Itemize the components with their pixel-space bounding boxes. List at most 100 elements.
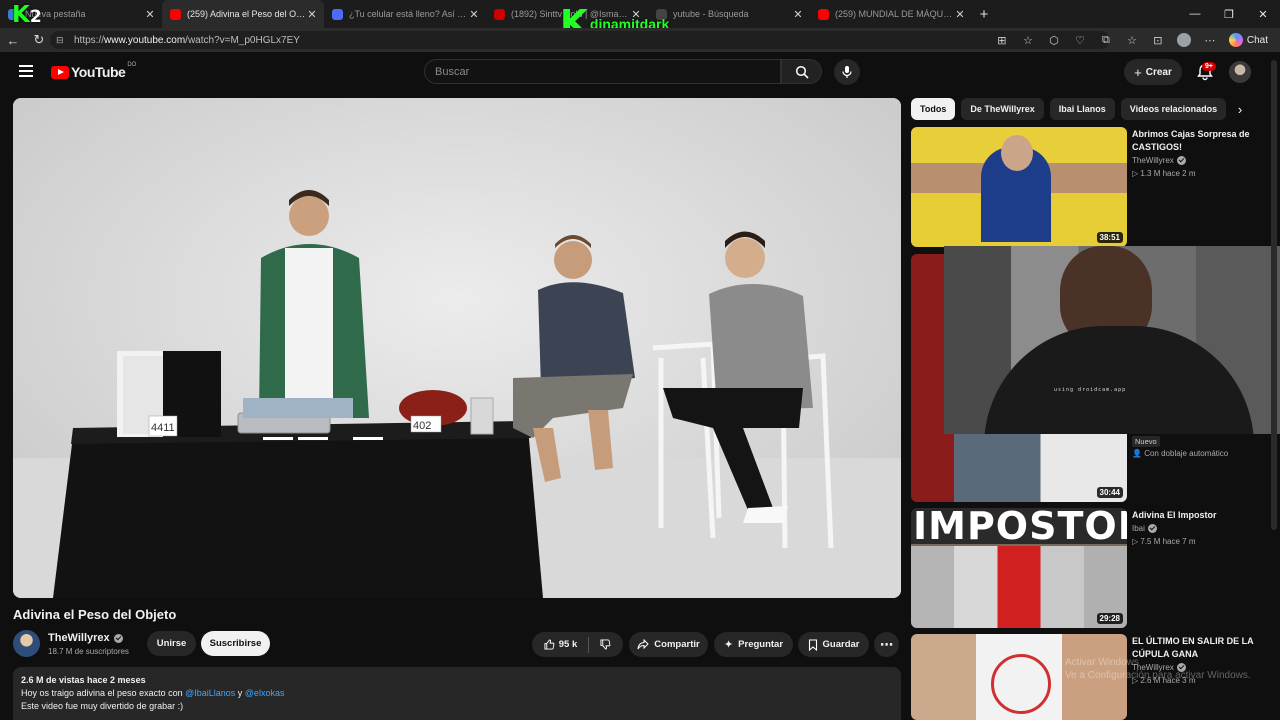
k2-overlay-logo: K2 — [12, 2, 42, 28]
new-badge: Nuevo — [1132, 436, 1160, 447]
webcam-caption: using droidcam.app — [1054, 387, 1127, 393]
mention-link[interactable]: @elxokas — [245, 688, 285, 698]
verified-icon — [1176, 156, 1186, 165]
close-tab-icon[interactable]: ✕ — [144, 8, 156, 21]
browser-tab[interactable]: (259) MUNDIAL DE MÁQUINAS EXPEND ✕ — [810, 0, 972, 28]
verified-icon — [1147, 524, 1157, 533]
browser-tab[interactable]: ¿Tu celular está lleno? Así puedes ✕ — [324, 0, 486, 28]
save-button[interactable]: Guardar — [798, 632, 869, 657]
back-icon[interactable]: ← — [0, 28, 26, 52]
video-duration: 38:51 — [1096, 232, 1123, 243]
minimize-button[interactable]: — — [1178, 0, 1212, 28]
thumbs-down-icon[interactable] — [600, 639, 611, 650]
toolbar-right: ⊞ ☆ ⬡ ♡ ⧉ ☆ ⊡ ⋯ Chat — [991, 28, 1272, 52]
recommended-video[interactable]: IMPOSTOR 29:28 Adivina El Impostor Ibai … — [911, 508, 1261, 628]
share-button[interactable]: Compartir — [629, 632, 708, 657]
chip-ibai[interactable]: Ibai Llanos — [1049, 98, 1115, 120]
url-field[interactable]: ⊟ https://www.youtube.com/watch?v=M_p0HG… — [50, 31, 1110, 49]
recommended-title[interactable]: Adivina El Impostor — [1132, 509, 1262, 522]
bookmark-icon — [808, 638, 817, 651]
recommended-channel[interactable]: TheWillyrex — [1132, 156, 1186, 165]
ask-button[interactable]: ✦ Preguntar — [714, 632, 793, 657]
view-count-date: 2.6 M de vistas hace 2 meses — [21, 675, 146, 685]
channel-name-text: TheWillyrex — [48, 632, 110, 644]
video-duration: 29:28 — [1096, 613, 1123, 624]
recommended-title[interactable]: Abrimos Cajas Sorpresa de CASTIGOS! — [1132, 128, 1262, 154]
filter-chips: Todos De TheWillyrex Ibai Llanos Videos … — [911, 98, 1261, 120]
split-screen-icon[interactable]: ⧉ — [1095, 29, 1117, 51]
favorites-icon[interactable]: ☆ — [1121, 29, 1143, 51]
ask-label: Preguntar — [738, 639, 784, 650]
thumbnail-face — [1001, 135, 1033, 171]
verified-icon — [113, 633, 123, 643]
profile-avatar — [1176, 33, 1191, 47]
close-tab-icon[interactable]: ✕ — [792, 8, 804, 21]
recommended-channel[interactable]: Ibai — [1132, 524, 1157, 533]
close-window-button[interactable]: ✕ — [1246, 0, 1280, 28]
tab-favicon — [332, 8, 343, 20]
browser-tab-active[interactable]: (259) Adivina el Peso del Objeto - YouTu… — [162, 0, 324, 28]
more-options-icon[interactable]: ⋯ — [1199, 29, 1221, 51]
site-info-icon[interactable]: ⊟ — [56, 34, 68, 46]
chip-related[interactable]: Videos relacionados — [1120, 98, 1227, 120]
video-thumbnail[interactable]: IMPOSTOR 29:28 — [911, 508, 1127, 628]
app-available-icon[interactable]: ⊞ — [991, 29, 1013, 51]
scrollbar-thumb[interactable] — [1271, 60, 1277, 530]
voice-search-button[interactable] — [834, 59, 860, 85]
tab-title: yutube - Búsqueda — [673, 9, 749, 19]
watermark-line-2: Ve a Configuración para activar Windows. — [1065, 670, 1251, 681]
recommended-video[interactable]: 38:51 Abrimos Cajas Sorpresa de CASTIGOS… — [911, 127, 1261, 247]
recommended-channel-text: TheWillyrex — [1132, 156, 1174, 165]
thumbnail-dome — [991, 654, 1051, 714]
notification-count-badge: 9+ — [1202, 62, 1216, 71]
browser-tab[interactable]: yutube - Búsqueda ✕ — [648, 0, 810, 28]
chip-channel[interactable]: De TheWillyrex — [961, 98, 1044, 120]
search-button[interactable] — [781, 59, 822, 84]
collections-icon[interactable]: ⊡ — [1147, 29, 1169, 51]
search-input[interactable]: Buscar — [424, 59, 781, 84]
chevron-right-icon[interactable]: › — [1229, 98, 1251, 120]
profile-icon[interactable] — [1173, 29, 1195, 51]
mention-link[interactable]: @IbaiLlanos — [185, 688, 235, 698]
video-frame: 4411 402 — [13, 98, 901, 598]
like-dislike-group: 95 k — [532, 632, 623, 657]
share-label: Compartir — [654, 639, 700, 650]
close-tab-icon[interactable]: ✕ — [954, 8, 966, 21]
video-thumbnail[interactable]: 38:51 — [911, 127, 1127, 247]
auto-dub-text: Con doblaje automático — [1144, 449, 1229, 458]
new-tab-button[interactable]: + — [972, 0, 996, 28]
favorite-star-icon[interactable]: ☆ — [1017, 29, 1039, 51]
youtube-header: YouTube DO Buscar + Crear — [0, 52, 1280, 92]
subscribe-button[interactable]: Suscribirse — [201, 631, 270, 656]
watermark-line-1: Activar Windows — [1065, 657, 1139, 668]
video-player[interactable]: 4411 402 — [13, 98, 901, 598]
window-controls: — ❐ ✕ — [1178, 0, 1280, 28]
menu-icon[interactable] — [19, 65, 33, 77]
recommended-meta: ▷ 1.3 M hace 2 m — [1132, 169, 1196, 178]
chip-todos[interactable]: Todos — [911, 98, 956, 120]
youtube-play-icon — [51, 65, 69, 79]
join-button[interactable]: Unirse — [147, 631, 196, 656]
account-avatar[interactable] — [1229, 61, 1251, 83]
search-icon — [795, 65, 809, 79]
description-box[interactable]: 2.6 M de vistas hace 2 meses Hoy os trai… — [13, 667, 901, 720]
create-button[interactable]: + Crear — [1124, 59, 1182, 85]
microphone-icon — [842, 66, 852, 78]
video-duration: 30:44 — [1096, 487, 1123, 498]
browser-essentials-icon[interactable]: ♡ — [1069, 29, 1091, 51]
auto-dub-label: 👤 Con doblaje automático — [1132, 449, 1228, 458]
recommended-channel-text: Ibai — [1132, 524, 1145, 533]
channel-name[interactable]: TheWillyrex — [48, 632, 123, 644]
page-scrollbar[interactable] — [1271, 60, 1277, 715]
extensions-icon[interactable]: ⬡ — [1043, 29, 1065, 51]
maximize-button[interactable]: ❐ — [1212, 0, 1246, 28]
like-button[interactable]: 95 k — [544, 639, 578, 650]
youtube-logo[interactable]: YouTube DO — [51, 62, 136, 80]
close-tab-icon[interactable]: ✕ — [468, 8, 480, 21]
more-actions-button[interactable]: ⋯ — [874, 632, 899, 657]
close-tab-icon[interactable]: ✕ — [306, 8, 318, 21]
reload-icon[interactable]: ↻ — [26, 28, 52, 52]
like-count: 95 k — [558, 639, 578, 650]
copilot-chat-button[interactable]: Chat — [1225, 33, 1272, 47]
channel-avatar[interactable] — [13, 630, 40, 657]
